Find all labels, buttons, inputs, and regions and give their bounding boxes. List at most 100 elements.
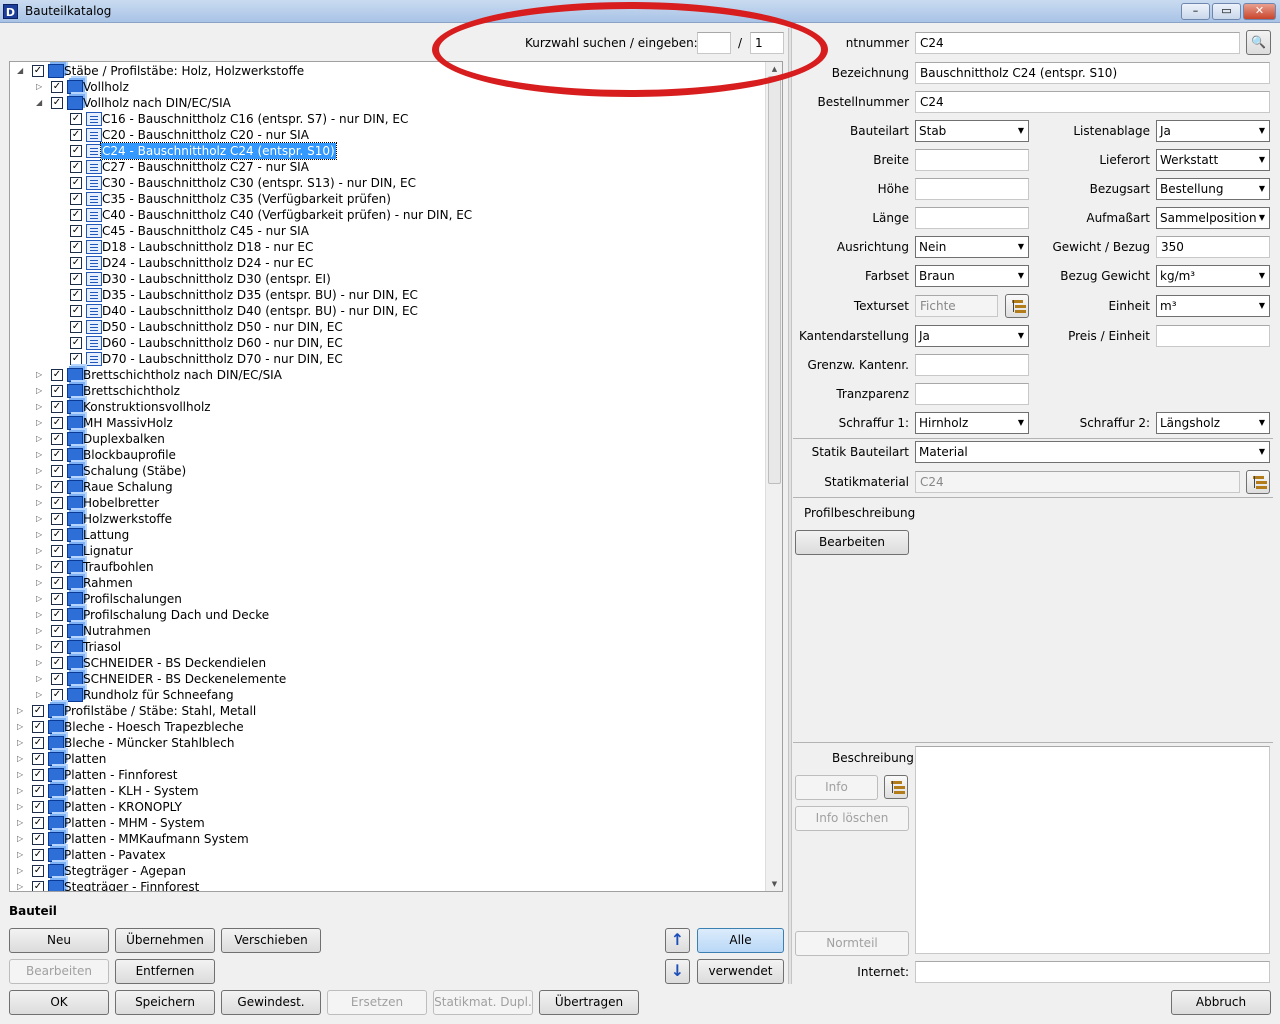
collapsed-arrow-icon[interactable]: ▷: [36, 415, 46, 431]
statikmat-dupl-button[interactable]: Statikmat. Dupl.: [433, 990, 533, 1015]
einheit-select[interactable]: m³ ▼: [1156, 295, 1270, 317]
tree-checkbox[interactable]: ✓: [32, 737, 44, 749]
minimize-button[interactable]: –: [1181, 3, 1210, 20]
tree-folder-row[interactable]: ▷ ✓ Triasol: [10, 639, 766, 655]
tree-item-row[interactable]: ✓ C40 - Bauschnittholz C40 (Verfügbarkeit…: [10, 207, 766, 223]
profil-bearbeiten-button[interactable]: Bearbeiten: [795, 530, 909, 555]
collapsed-arrow-icon[interactable]: ▷: [17, 767, 27, 783]
tree-checkbox[interactable]: ✓: [51, 433, 63, 445]
tree-checkbox[interactable]: ✓: [70, 337, 82, 349]
tree-checkbox[interactable]: ✓: [51, 545, 63, 557]
collapsed-arrow-icon[interactable]: ▷: [36, 367, 46, 383]
tree-folder-row[interactable]: ▷ ✓ Lignatur: [10, 543, 766, 559]
tree-checkbox[interactable]: ✓: [32, 65, 44, 77]
tree-folder-row[interactable]: ▷ ✓ Platten - KLH - System: [10, 783, 766, 799]
tree-checkbox[interactable]: ✓: [51, 625, 63, 637]
tree-checkbox[interactable]: ✓: [51, 641, 63, 653]
search-input[interactable]: [697, 32, 731, 54]
grenzw-field[interactable]: [915, 354, 1029, 376]
collapsed-arrow-icon[interactable]: ▷: [17, 751, 27, 767]
statikmaterial-field[interactable]: C24: [915, 471, 1240, 493]
normteil-button[interactable]: Normteil: [795, 931, 909, 956]
tranzparenz-field[interactable]: [915, 383, 1029, 405]
tree-checkbox[interactable]: ✓: [51, 657, 63, 669]
uebertragen-button[interactable]: Übertragen: [539, 990, 639, 1015]
tree-folder-row[interactable]: ◢ ✓ Stäbe / Profilstäbe: Holz, Holzwerksto…: [10, 63, 766, 79]
tree-folder-row[interactable]: ▷ ✓ Stegträger - Agepan: [10, 863, 766, 879]
collapsed-arrow-icon[interactable]: ▷: [36, 655, 46, 671]
listenablage-select[interactable]: Ja ▼: [1156, 120, 1270, 142]
verwendet-button[interactable]: verwendet: [697, 959, 784, 984]
collapsed-arrow-icon[interactable]: ▷: [36, 495, 46, 511]
tree-checkbox[interactable]: ✓: [32, 865, 44, 877]
tree-checkbox[interactable]: ✓: [51, 401, 63, 413]
tree-checkbox[interactable]: ✓: [51, 417, 63, 429]
tree-folder-row[interactable]: ▷ ✓ Stegträger - Finnforest: [10, 879, 766, 891]
tree-checkbox[interactable]: ✓: [51, 497, 63, 509]
collapsed-arrow-icon[interactable]: ▷: [17, 831, 27, 847]
tree-checkbox[interactable]: ✓: [70, 177, 82, 189]
tree-checkbox[interactable]: ✓: [70, 257, 82, 269]
tree-folder-row[interactable]: ▷ ✓ Platten: [10, 751, 766, 767]
beschreibung-textarea[interactable]: [915, 746, 1270, 954]
tree-checkbox[interactable]: ✓: [51, 513, 63, 525]
neu-button[interactable]: Neu: [9, 928, 109, 953]
collapsed-arrow-icon[interactable]: ▷: [36, 447, 46, 463]
aufmassart-select[interactable]: Sammelposition ▼: [1156, 207, 1270, 229]
tree-checkbox[interactable]: ✓: [51, 609, 63, 621]
tree-item-row[interactable]: ✓ D30 - Laubschnittholz D30 (entspr. EI): [10, 271, 766, 287]
collapsed-arrow-icon[interactable]: ▷: [36, 607, 46, 623]
tree-checkbox[interactable]: ✓: [70, 129, 82, 141]
tree-folder-row[interactable]: ▷ ✓ Profilschalungen: [10, 591, 766, 607]
collapsed-arrow-icon[interactable]: ▷: [36, 511, 46, 527]
search-count-field[interactable]: 1: [750, 32, 784, 54]
tree-checkbox[interactable]: ✓: [32, 785, 44, 797]
tree-checkbox[interactable]: ✓: [51, 449, 63, 461]
laenge-field[interactable]: [915, 207, 1029, 229]
tree-checkbox[interactable]: ✓: [51, 385, 63, 397]
tree-checkbox[interactable]: ✓: [70, 161, 82, 173]
tree-item-row[interactable]: ✓ D35 - Laubschnittholz D35 (entspr. BU) …: [10, 287, 766, 303]
scroll-thumb[interactable]: [768, 76, 781, 484]
tree-folder-row[interactable]: ▷ ✓ Platten - Finnforest: [10, 767, 766, 783]
verschieben-button[interactable]: Verschieben: [221, 928, 321, 953]
ok-button[interactable]: OK: [9, 990, 109, 1015]
tree-item-row[interactable]: ✓ D40 - Laubschnittholz D40 (entspr. BU) …: [10, 303, 766, 319]
tree-folder-row[interactable]: ▷ ✓ Lattung: [10, 527, 766, 543]
collapsed-arrow-icon[interactable]: ▷: [36, 543, 46, 559]
collapsed-arrow-icon[interactable]: ▷: [17, 799, 27, 815]
tree-item-row[interactable]: ✓ C16 - Bauschnittholz C16 (entspr. S7) -…: [10, 111, 766, 127]
tree-folder-row[interactable]: ◢ ✓ Vollholz nach DIN/EC/SIA: [10, 95, 766, 111]
tree-item-row[interactable]: ✓ C30 - Bauschnittholz C30 (entspr. S13) …: [10, 175, 766, 191]
tree-checkbox[interactable]: ✓: [51, 465, 63, 477]
kantendarstellung-select[interactable]: Ja ▼: [915, 325, 1029, 347]
tree-checkbox[interactable]: ✓: [32, 849, 44, 861]
tree-folder-row[interactable]: ▷ ✓ SCHNEIDER - BS Deckendielen: [10, 655, 766, 671]
collapsed-arrow-icon[interactable]: ▷: [36, 463, 46, 479]
tree-folder-row[interactable]: ▷ ✓ Holzwerkstoffe: [10, 511, 766, 527]
statik-bauteilart-select[interactable]: Material ▼: [915, 441, 1270, 463]
tree-checkbox[interactable]: ✓: [51, 593, 63, 605]
schraffur2-select[interactable]: Längsholz ▼: [1156, 412, 1270, 434]
tree-checkbox[interactable]: ✓: [51, 481, 63, 493]
tree-checkbox[interactable]: ✓: [70, 321, 82, 333]
maximize-button[interactable]: ▭: [1212, 3, 1241, 20]
lieferort-select[interactable]: Werkstatt ▼: [1156, 149, 1270, 171]
collapsed-arrow-icon[interactable]: ▷: [36, 591, 46, 607]
tree-item-row[interactable]: ✓ D18 - Laubschnittholz D18 - nur EC: [10, 239, 766, 255]
tree-checkbox[interactable]: ✓: [32, 705, 44, 717]
collapsed-arrow-icon[interactable]: ▷: [36, 399, 46, 415]
collapsed-arrow-icon[interactable]: ▷: [36, 575, 46, 591]
collapsed-arrow-icon[interactable]: ▷: [36, 559, 46, 575]
tree-item-row[interactable]: ✓ C27 - Bauschnittholz C27 - nur SIA: [10, 159, 766, 175]
collapsed-arrow-icon[interactable]: ▷: [36, 623, 46, 639]
gewicht-field[interactable]: 350: [1156, 236, 1270, 258]
texturset-field[interactable]: Fichte: [915, 295, 998, 317]
tree-item-row[interactable]: ✓ C24 - Bauschnittholz C24 (entspr. S10): [10, 142, 766, 160]
bezugsart-select[interactable]: Bestellung ▼: [1156, 178, 1270, 200]
tree-folder-row[interactable]: ▷ ✓ Vollholz: [10, 79, 766, 95]
bezeichnung-field[interactable]: Bauschnittholz C24 (entspr. S10): [915, 62, 1270, 84]
collapsed-arrow-icon[interactable]: ▷: [36, 671, 46, 687]
tree-item-row[interactable]: ✓ D70 - Laubschnittholz D70 - nur DIN, EC: [10, 351, 766, 367]
tree-item-row[interactable]: ✓ C45 - Bauschnittholz C45 - nur SIA: [10, 223, 766, 239]
